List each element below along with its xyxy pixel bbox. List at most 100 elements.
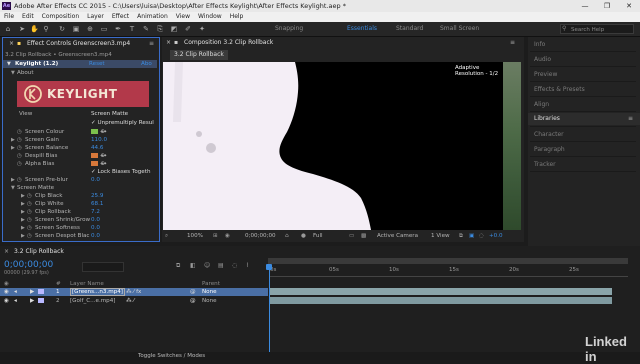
rotate-tool-icon[interactable]: ↻ (58, 25, 66, 33)
menu-edit[interactable]: Edit (18, 12, 38, 20)
search-help-input[interactable]: Search Help (560, 24, 634, 34)
label-color-swatch[interactable] (38, 289, 44, 294)
toggle-pixel-icon[interactable]: ⧉ (459, 231, 463, 242)
expand-arrow-icon[interactable]: ▶ (21, 200, 25, 208)
color-channel-icon[interactable]: ● (301, 231, 306, 242)
shy-icon[interactable]: ☺ (204, 262, 210, 269)
clone-tool-icon[interactable]: ⎘ (156, 25, 164, 33)
layer-duration-bar[interactable] (270, 297, 612, 304)
screen-balance-row[interactable]: ▶ ◷ Screen Balance 44.6 (3, 144, 157, 152)
parent-dropdown[interactable]: None (202, 288, 217, 296)
puppet-tool-icon[interactable]: ✦ (198, 25, 206, 33)
motion-blur-icon[interactable]: ◌ (479, 231, 484, 242)
snapshot-icon[interactable]: ◉ (225, 231, 230, 242)
audio-icon[interactable]: ◂ (14, 297, 17, 305)
lock-biases-checkbox[interactable]: ✓ Lock Biases Togeth (91, 168, 151, 176)
panel-character[interactable]: Character (534, 131, 564, 138)
minimize-icon[interactable]: — (574, 0, 596, 12)
collapse-arrow-icon[interactable]: ▼ (11, 184, 15, 192)
pickwhip-icon[interactable]: @ (190, 297, 196, 305)
effect-controls-tab[interactable]: Effect Controls Greenscreen3.mp4 (27, 39, 130, 49)
workspace-essentials[interactable]: Essentials (347, 25, 377, 32)
expand-arrow-icon[interactable]: ▶ (30, 288, 34, 296)
screen-preblur-row[interactable]: ▶ ◷ Screen Pre-blur 0.0 (3, 176, 157, 184)
camera-dropdown[interactable]: Active Camera (377, 231, 418, 242)
screen-despot-black-row[interactable]: ▶ ◷ Screen Despot Blac 0.0 (3, 232, 157, 240)
panel-menu-icon[interactable]: ≡ (510, 38, 515, 48)
reset-link[interactable]: Reset (89, 60, 105, 68)
layer-duration-bar[interactable] (270, 288, 612, 295)
expand-arrow-icon[interactable]: ▶ (21, 192, 25, 200)
composition-viewer[interactable]: Adaptive Resolution - 1/2 (163, 62, 503, 230)
maximize-icon[interactable]: ❐ (596, 0, 618, 12)
panel-audio[interactable]: Audio (534, 56, 551, 63)
transparency-grid-icon[interactable]: ▩ (361, 231, 366, 242)
screen-gain-value[interactable]: 110.0 (91, 136, 107, 144)
timeline-tab[interactable]: 3.2 Clip Rollback (14, 248, 64, 255)
composition-tab[interactable]: Composition 3.2 Clip Rollback (184, 38, 273, 48)
layer-switches-icon[interactable]: ⁂ ⁄ fx (126, 288, 141, 296)
panel-menu-icon[interactable]: ≡ (628, 115, 633, 122)
stopwatch-icon[interactable]: ◷ (17, 136, 22, 144)
timeline-timecode[interactable]: 0;00;00;00 (4, 260, 53, 270)
panel-effects-presets[interactable]: Effects & Presets (534, 86, 585, 93)
menu-window[interactable]: Window (194, 12, 226, 20)
screen-shrink-grow-row[interactable]: ▶ ◷ Screen Shrink/Grow 0.0 (3, 216, 157, 224)
screen-softness-value[interactable]: 0.0 (91, 224, 100, 232)
zoom-dropdown[interactable]: 100% (187, 231, 203, 242)
comp-mini-flowchart-icon[interactable]: ⧉ (176, 262, 180, 270)
unpremultiply-checkbox[interactable]: ✓ Unpremultiply Resul (91, 119, 154, 127)
layer-switches-icon[interactable]: ⁂ ⁄ (126, 297, 134, 305)
flowchart-icon[interactable]: ▣ (469, 231, 474, 242)
expand-arrow-icon[interactable]: ▶ (21, 216, 25, 224)
menu-effect[interactable]: Effect (108, 12, 133, 20)
screen-balance-value[interactable]: 44.6 (91, 144, 103, 152)
lock-icon[interactable]: ▪ (174, 38, 178, 48)
workspace-small-screen[interactable]: Small Screen (440, 25, 479, 32)
expand-arrow-icon[interactable]: ▶ (21, 224, 25, 232)
view-layout-dropdown[interactable]: 1 View (431, 231, 450, 242)
stopwatch-icon[interactable]: ◷ (27, 200, 32, 208)
graph-editor-icon[interactable]: ⌇ (246, 262, 249, 269)
pen-tool-icon[interactable]: ✒ (114, 25, 122, 33)
mask-tool-icon[interactable]: ▭ (100, 25, 108, 33)
menu-animation[interactable]: Animation (133, 12, 172, 20)
menu-composition[interactable]: Composition (38, 12, 83, 20)
about-row[interactable]: ▼ About (3, 69, 157, 77)
roto-brush-icon[interactable]: ✐ (184, 25, 192, 33)
eye-icon[interactable]: ◉ (4, 288, 9, 296)
alpha-bias-swatch[interactable] (91, 161, 98, 166)
region-of-interest-icon[interactable]: ▭ (349, 231, 354, 242)
camera-snapshot-icon[interactable]: ⌂ (285, 231, 289, 242)
expand-arrow-icon[interactable]: ▶ (11, 176, 15, 184)
comp-timecode[interactable]: 0;00;00;00 (245, 231, 276, 242)
camera-tool-icon[interactable]: ▣ (72, 25, 80, 33)
stopwatch-icon[interactable]: ◷ (17, 144, 22, 152)
layer-row[interactable]: ◉ ◂ ▶ 1 [Greens...n3.mp4] ⁂ ⁄ fx @ None (0, 288, 268, 296)
work-area-bar[interactable] (268, 258, 628, 264)
grid-icon[interactable]: ⊞ (213, 231, 218, 242)
timeline-close-icon[interactable]: × (4, 248, 9, 255)
magnify-icon[interactable]: ⌕ (165, 231, 168, 242)
view-row[interactable]: View Screen Matte (3, 110, 157, 118)
ec-close-icon[interactable]: × (9, 39, 14, 49)
comp-subtab[interactable]: 3.2 Clip Rollback (170, 50, 228, 60)
panel-libraries[interactable]: Libraries (534, 115, 560, 122)
type-tool-icon[interactable]: T (128, 25, 136, 33)
pickwhip-icon[interactable]: @ (190, 288, 196, 296)
menu-view[interactable]: View (172, 12, 194, 20)
motion-blur-icon[interactable]: ◌ (232, 262, 237, 269)
expand-arrow-icon[interactable]: ▶ (30, 297, 34, 305)
panel-tracker[interactable]: Tracker (534, 161, 556, 168)
eraser-tool-icon[interactable]: ◩ (170, 25, 178, 33)
stopwatch-icon[interactable]: ◷ (27, 208, 32, 216)
frame-blending-icon[interactable]: ▤ (218, 262, 224, 269)
playhead[interactable] (269, 264, 270, 354)
resolution-dropdown[interactable]: Full (313, 231, 323, 242)
panel-paragraph[interactable]: Paragraph (534, 146, 565, 153)
clip-white-value[interactable]: 68.1 (91, 200, 103, 208)
libraries-panel-header[interactable]: Libraries ≡ (528, 113, 640, 125)
screen-colour-swatch[interactable] (91, 129, 98, 134)
screen-matte-row[interactable]: ▼ Screen Matte (3, 184, 157, 192)
panel-info[interactable]: Info (534, 41, 545, 48)
